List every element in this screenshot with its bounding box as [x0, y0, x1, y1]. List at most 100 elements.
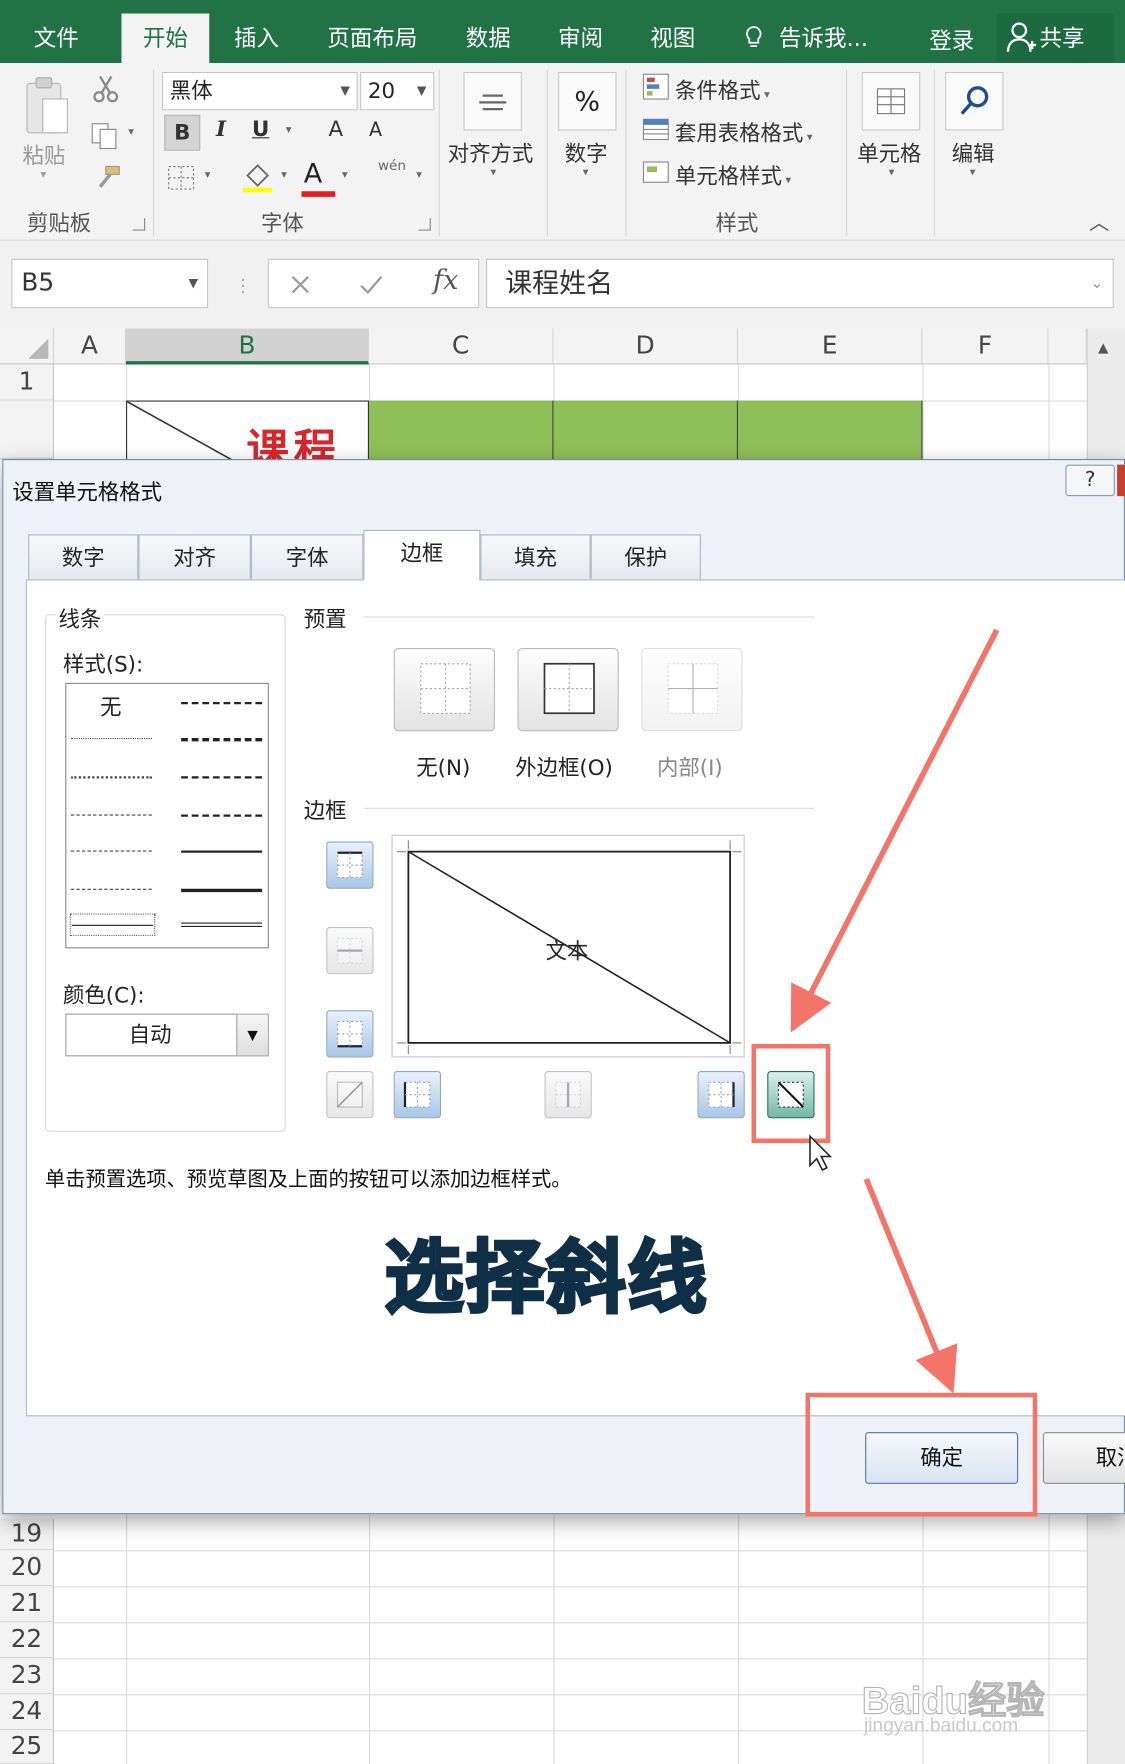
- line-style-hair[interactable]: [70, 738, 152, 740]
- phonetic-icon[interactable]: wén: [378, 158, 406, 174]
- preset-outline-button[interactable]: [517, 648, 619, 732]
- line-style-medium-dash-dot-dot[interactable]: [181, 702, 263, 705]
- border-right-button[interactable]: [697, 1071, 745, 1119]
- phonetic-dropdown-icon[interactable]: ▾: [416, 169, 422, 181]
- cells-button[interactable]: [861, 72, 921, 131]
- editing-label[interactable]: 编辑: [952, 137, 995, 167]
- clipboard-launcher-icon[interactable]: [132, 218, 146, 231]
- border-bottom-button[interactable]: [326, 1010, 374, 1058]
- tab-number[interactable]: 数字: [28, 534, 139, 580]
- tab-alignment[interactable]: 对齐: [138, 534, 251, 580]
- alignment-label[interactable]: 对齐方式: [448, 137, 534, 167]
- increase-font-button[interactable]: A: [329, 117, 344, 142]
- border-inside-vertical-button[interactable]: [544, 1071, 592, 1119]
- formula-input[interactable]: 课程姓名 ⌄: [486, 258, 1114, 309]
- underline-button[interactable]: U: [252, 117, 269, 142]
- line-style-none[interactable]: 无: [100, 691, 121, 721]
- tab-view[interactable]: 视图: [632, 14, 713, 64]
- tab-border[interactable]: 边框: [363, 529, 481, 581]
- column-header-b[interactable]: B: [126, 328, 369, 365]
- line-style-dash-dot[interactable]: [70, 850, 152, 852]
- column-header-a[interactable]: A: [54, 328, 126, 365]
- row-header-24[interactable]: 24: [0, 1694, 54, 1731]
- tab-file[interactable]: 文件: [16, 14, 97, 64]
- row-header-19[interactable]: 19: [0, 1518, 54, 1551]
- collapse-ribbon-icon[interactable]: ︿: [1089, 207, 1109, 236]
- line-style-thin-selected[interactable]: [69, 913, 156, 936]
- color-select[interactable]: 自动 ▼: [65, 1013, 269, 1057]
- line-style-thick[interactable]: [181, 888, 263, 893]
- number-dropdown-icon[interactable]: ▾: [583, 167, 589, 179]
- cell-d2[interactable]: 数学: [553, 400, 738, 520]
- tab-insert[interactable]: 插入: [216, 14, 297, 64]
- login-link[interactable]: 登录: [929, 23, 974, 56]
- borders-dropdown-icon[interactable]: ▾: [205, 169, 211, 181]
- cell-styles-button[interactable]: 单元格样式 ▾: [675, 160, 791, 190]
- cancel-button[interactable]: 取消: [1042, 1432, 1125, 1484]
- cells-label[interactable]: 单元格: [857, 137, 921, 167]
- tab-page-layout[interactable]: 页面布局: [306, 14, 439, 64]
- line-style-dashed[interactable]: [70, 888, 152, 890]
- select-all-corner[interactable]: [0, 328, 54, 365]
- fill-color-dropdown-icon[interactable]: ▾: [281, 169, 287, 181]
- line-style-slanted-dash-dot[interactable]: [181, 738, 263, 742]
- italic-button[interactable]: I: [216, 117, 226, 142]
- paste-icon[interactable]: [20, 74, 70, 139]
- line-style-list[interactable]: 无: [65, 682, 269, 949]
- tab-review[interactable]: 审阅: [540, 14, 621, 64]
- paste-dropdown-icon[interactable]: ▾: [41, 169, 47, 181]
- share-button[interactable]: 共享: [996, 13, 1114, 63]
- font-name-select[interactable]: 黑体 ▼: [162, 72, 358, 111]
- tab-home[interactable]: 开始: [121, 13, 210, 63]
- cell-b2[interactable]: 课程: [126, 400, 369, 475]
- cells-dropdown-icon[interactable]: ▾: [889, 167, 895, 179]
- cancel-icon[interactable]: [289, 273, 312, 296]
- line-style-dotted[interactable]: [70, 776, 152, 779]
- preset-none-button[interactable]: [393, 648, 495, 732]
- column-header-c[interactable]: C: [369, 328, 554, 365]
- paste-label[interactable]: 粘贴: [23, 140, 66, 170]
- border-left-button[interactable]: [393, 1071, 441, 1119]
- alignment-button[interactable]: [463, 72, 522, 131]
- border-preview[interactable]: 文本: [391, 834, 745, 1058]
- column-header-f[interactable]: F: [922, 328, 1049, 365]
- underline-dropdown-icon[interactable]: ▾: [286, 124, 292, 136]
- fill-color-icon[interactable]: [241, 160, 275, 194]
- column-header-d[interactable]: D: [553, 328, 738, 365]
- row-header-25[interactable]: 25: [0, 1730, 54, 1764]
- border-inside-horizontal-button[interactable]: [326, 927, 374, 975]
- preset-inside-button[interactable]: [641, 648, 743, 732]
- editing-dropdown-icon[interactable]: ▾: [970, 167, 976, 179]
- copy-icon[interactable]: [90, 122, 119, 151]
- line-style-medium-dash-dot[interactable]: [181, 776, 263, 779]
- border-top-button[interactable]: [326, 841, 374, 889]
- font-color-dropdown-icon[interactable]: ▾: [342, 169, 348, 181]
- line-style-dash-dot-dot[interactable]: [70, 814, 152, 816]
- copy-dropdown-icon[interactable]: ▾: [128, 126, 134, 138]
- row-header-21[interactable]: 21: [0, 1586, 54, 1623]
- row-header-1[interactable]: 1: [0, 364, 54, 401]
- cell-c2[interactable]: 语文: [369, 400, 554, 520]
- row-header-23[interactable]: 23: [0, 1658, 54, 1695]
- line-style-medium-dashed[interactable]: [181, 814, 263, 817]
- font-launcher-icon[interactable]: [418, 218, 431, 231]
- tab-protection[interactable]: 保护: [590, 534, 701, 580]
- bold-button[interactable]: B: [164, 114, 201, 151]
- font-size-select[interactable]: 20 ▼: [360, 72, 435, 111]
- tab-font[interactable]: 字体: [250, 534, 364, 580]
- number-format-button[interactable]: %: [558, 72, 617, 131]
- tab-fill[interactable]: 填充: [480, 534, 591, 580]
- border-diagonal-up-button[interactable]: [326, 1071, 374, 1119]
- tab-data[interactable]: 数据: [448, 14, 529, 64]
- font-color-icon[interactable]: A: [304, 158, 322, 190]
- decrease-font-button[interactable]: A: [369, 119, 382, 142]
- insert-function-icon[interactable]: fx: [433, 264, 458, 296]
- number-label[interactable]: 数字: [565, 137, 608, 167]
- column-header-e[interactable]: E: [738, 328, 923, 365]
- line-style-medium[interactable]: [181, 850, 263, 853]
- row-header-22[interactable]: 22: [0, 1622, 54, 1659]
- close-button[interactable]: [1117, 464, 1125, 497]
- format-as-table-button[interactable]: 套用表格格式 ▾: [675, 117, 812, 147]
- cut-icon[interactable]: [92, 74, 119, 103]
- row-header-2[interactable]: [0, 400, 54, 459]
